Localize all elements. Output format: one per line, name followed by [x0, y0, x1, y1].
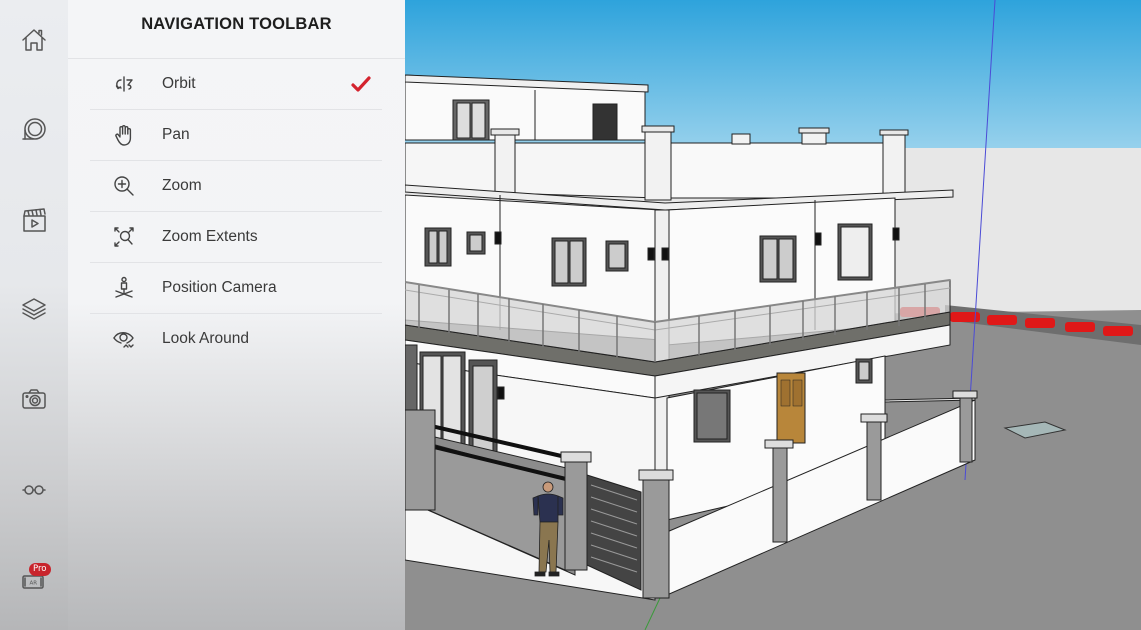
model-viewport[interactable]: [405, 0, 1141, 630]
nav-item-label: Zoom Extents: [162, 228, 258, 245]
pro-badge: Pro: [29, 563, 51, 576]
rail-measure-button[interactable]: [14, 110, 54, 150]
rail-layers-button[interactable]: [14, 289, 54, 329]
rail-scenes-button[interactable]: [14, 200, 54, 240]
navigation-toolbar-panel: NAVIGATION TOOLBAR Orbit Pan Zoom Zoom E…: [68, 0, 405, 630]
checkmark-icon: [350, 74, 372, 94]
nav-item-zoom[interactable]: Zoom: [90, 161, 382, 212]
nav-item-look-around[interactable]: Look Around: [90, 314, 382, 365]
nav-item-pan[interactable]: Pan: [90, 110, 382, 161]
nav-item-label: Look Around: [162, 330, 250, 347]
layers-icon: [22, 298, 46, 320]
zoom-extents-icon: [112, 225, 136, 249]
hand-icon: [112, 123, 136, 147]
home-icon: [22, 29, 46, 51]
rail-display-button[interactable]: [14, 469, 54, 509]
ar-label: AR: [30, 581, 38, 587]
camera-icon: [22, 389, 46, 409]
house-model-scene: [405, 0, 1141, 630]
rail-home-button[interactable]: [14, 20, 54, 60]
nav-item-label: Orbit: [162, 75, 196, 92]
rail-export-button[interactable]: [14, 379, 54, 419]
eye-icon: [112, 327, 136, 351]
zoom-in-icon: [112, 174, 136, 198]
nav-item-orbit[interactable]: Orbit: [90, 59, 382, 110]
tape-measure-icon: [22, 118, 46, 140]
orbit-icon: [112, 72, 136, 96]
position-camera-icon: [112, 276, 136, 300]
nav-item-zoom-extents[interactable]: Zoom Extents: [90, 212, 382, 263]
panel-title: NAVIGATION TOOLBAR: [141, 15, 332, 33]
nav-item-label: Position Camera: [162, 279, 277, 296]
nav-item-label: Zoom: [162, 177, 202, 194]
side-rail: AR Pro: [0, 0, 68, 630]
clapperboard-icon: [23, 208, 46, 232]
nav-item-position-camera[interactable]: Position Camera: [90, 263, 382, 314]
glasses-icon: [22, 485, 46, 495]
nav-item-label: Pan: [162, 126, 190, 143]
